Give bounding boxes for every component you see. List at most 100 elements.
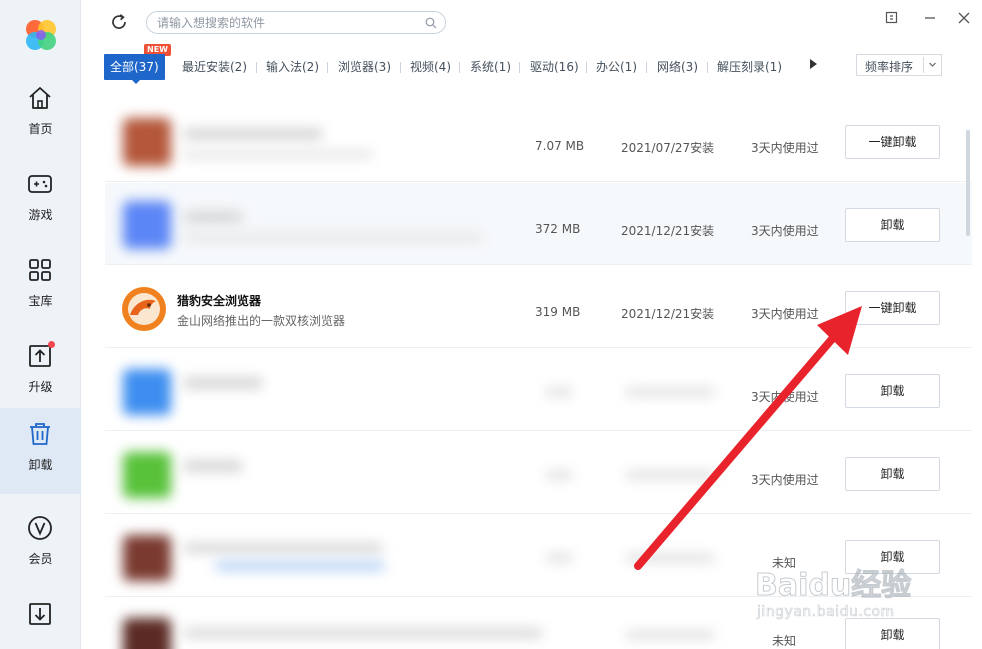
app-name: 猎豹安全浏览器: [177, 294, 262, 308]
chevron-down-icon: [929, 62, 936, 67]
uninstall-button[interactable]: 卸载: [845, 457, 940, 491]
tab-archive[interactable]: 解压刻录(1): [717, 54, 782, 80]
sidebar-item-label: 首页: [28, 122, 53, 136]
tab-network[interactable]: 网络(3): [657, 54, 698, 80]
sidebar-item-games[interactable]: 游戏: [0, 158, 81, 244]
tab-video[interactable]: 视频(4): [410, 54, 451, 80]
app-name-blurred: [183, 460, 243, 472]
sort-divider: [923, 57, 924, 73]
install-date-blurred: [625, 630, 715, 640]
tab-recent[interactable]: 最近安装(2): [182, 54, 247, 80]
app-logo: [26, 20, 56, 50]
install-date-blurred: [625, 387, 715, 397]
tab-divider: [459, 62, 460, 73]
tab-divider: [646, 62, 647, 73]
sidebar: 首页 游戏 宝库 升级 卸载 会员: [0, 0, 81, 649]
sidebar-item-download[interactable]: [0, 588, 81, 649]
gamepad-icon: [28, 175, 52, 193]
app-size: 319 MB: [535, 305, 581, 319]
watermark-url: jingyan.baidu.com: [757, 604, 895, 621]
usage-status: 3天内使用过: [751, 390, 819, 404]
sort-dropdown[interactable]: 频率排序: [856, 54, 942, 76]
search-box: [146, 11, 446, 34]
tab-driver[interactable]: 驱动(16): [530, 54, 579, 80]
tab-browser[interactable]: 浏览器(3): [338, 54, 391, 80]
app-icon: [123, 369, 171, 415]
sidebar-item-label: 宝库: [28, 294, 53, 308]
app-icon: [123, 535, 171, 581]
app-size-blurred: [545, 470, 573, 480]
install-date: 2021/07/27安装: [621, 141, 715, 155]
tab-input-method[interactable]: 输入法(2): [266, 54, 319, 80]
refresh-icon[interactable]: [110, 13, 128, 31]
app-icon: [123, 452, 171, 498]
one-click-uninstall-button[interactable]: 一键卸载: [845, 125, 940, 159]
scrollbar[interactable]: [966, 130, 970, 236]
sort-label: 频率排序: [865, 60, 914, 74]
tab-divider: [400, 62, 401, 73]
sidebar-item-label: 游戏: [28, 208, 53, 222]
list-item: 3天内使用过 卸载: [105, 432, 972, 514]
app-desc-blurred: [183, 233, 483, 242]
app-size: 372 MB: [535, 222, 581, 236]
sidebar-item-upgrade[interactable]: 升级: [0, 330, 81, 416]
app-icon: [123, 201, 171, 249]
feedback-icon[interactable]: [884, 10, 900, 26]
app-name-blurred: [183, 543, 383, 553]
list-item: 3天内使用过 卸载: [105, 349, 972, 431]
notification-dot: [48, 341, 55, 348]
tab-divider: [256, 62, 257, 73]
trash-icon: [30, 423, 50, 445]
install-date: 2021/12/21安装: [621, 307, 715, 321]
cheetah-browser-icon: [122, 287, 166, 331]
tab-divider: [327, 62, 328, 73]
usage-status: 3天内使用过: [751, 307, 819, 321]
sidebar-item-label: 会员: [28, 552, 53, 566]
tab-divider: [586, 62, 587, 73]
watermark: Baidu经验 jingyan.baidu.com: [754, 560, 955, 640]
uninstall-button[interactable]: 卸载: [845, 208, 940, 242]
app-name-blurred: [183, 211, 243, 223]
tabs-scroll-right-icon[interactable]: [810, 59, 817, 69]
sidebar-item-label: 升级: [28, 380, 53, 394]
list-item: 7.07 MB 2021/07/27安装 3天内使用过 一键卸载: [105, 100, 972, 182]
home-icon: [29, 87, 51, 109]
tab-office[interactable]: 办公(1): [596, 54, 637, 80]
app-description: 金山网络推出的一款双核浏览器: [177, 314, 346, 328]
app-name-blurred: [183, 128, 323, 140]
usage-status: 3天内使用过: [751, 224, 819, 238]
uninstall-button[interactable]: 卸载: [845, 374, 940, 408]
tab-all[interactable]: 全部(37): [104, 54, 165, 80]
tab-system[interactable]: 系统(1): [470, 54, 511, 80]
tab-caret: [131, 79, 141, 84]
app-name-blurred: [183, 377, 263, 389]
sidebar-item-label: 卸载: [28, 458, 53, 472]
app-desc-blurred: [215, 561, 385, 571]
usage-status: 3天内使用过: [751, 473, 819, 487]
sidebar-item-uninstall[interactable]: 卸载: [0, 408, 81, 494]
sidebar-item-home[interactable]: 首页: [0, 72, 81, 158]
app-size: 7.07 MB: [535, 139, 585, 153]
list-item: 372 MB 2021/12/21安装 3天内使用过 卸载: [105, 183, 972, 265]
search-input[interactable]: [157, 14, 417, 31]
app-icon: [123, 118, 171, 166]
app-desc-blurred: [183, 150, 373, 159]
search-icon[interactable]: [425, 17, 437, 29]
watermark-brand: Baidu经验: [754, 568, 912, 604]
download-icon: [29, 603, 51, 625]
tab-divider: [707, 62, 708, 73]
install-date-blurred: [625, 470, 715, 480]
app-icon: [123, 618, 171, 649]
sidebar-item-library[interactable]: 宝库: [0, 244, 81, 330]
minimize-icon[interactable]: [922, 10, 938, 26]
app-size-blurred: [545, 553, 573, 563]
app-window: 首页 游戏 宝库 升级 卸载 会员 请输入想搜索的软件 NEW 全部(37) 最…: [0, 0, 982, 649]
close-icon[interactable]: [956, 10, 972, 26]
tab-divider: [519, 62, 520, 73]
sidebar-item-vip[interactable]: 会员: [0, 502, 81, 588]
one-click-uninstall-button[interactable]: 一键卸载: [845, 291, 940, 325]
grid-icon: [29, 259, 51, 281]
app-size-blurred: [545, 387, 573, 397]
install-date-blurred: [625, 553, 715, 563]
app-desc-blurred: [183, 628, 543, 638]
